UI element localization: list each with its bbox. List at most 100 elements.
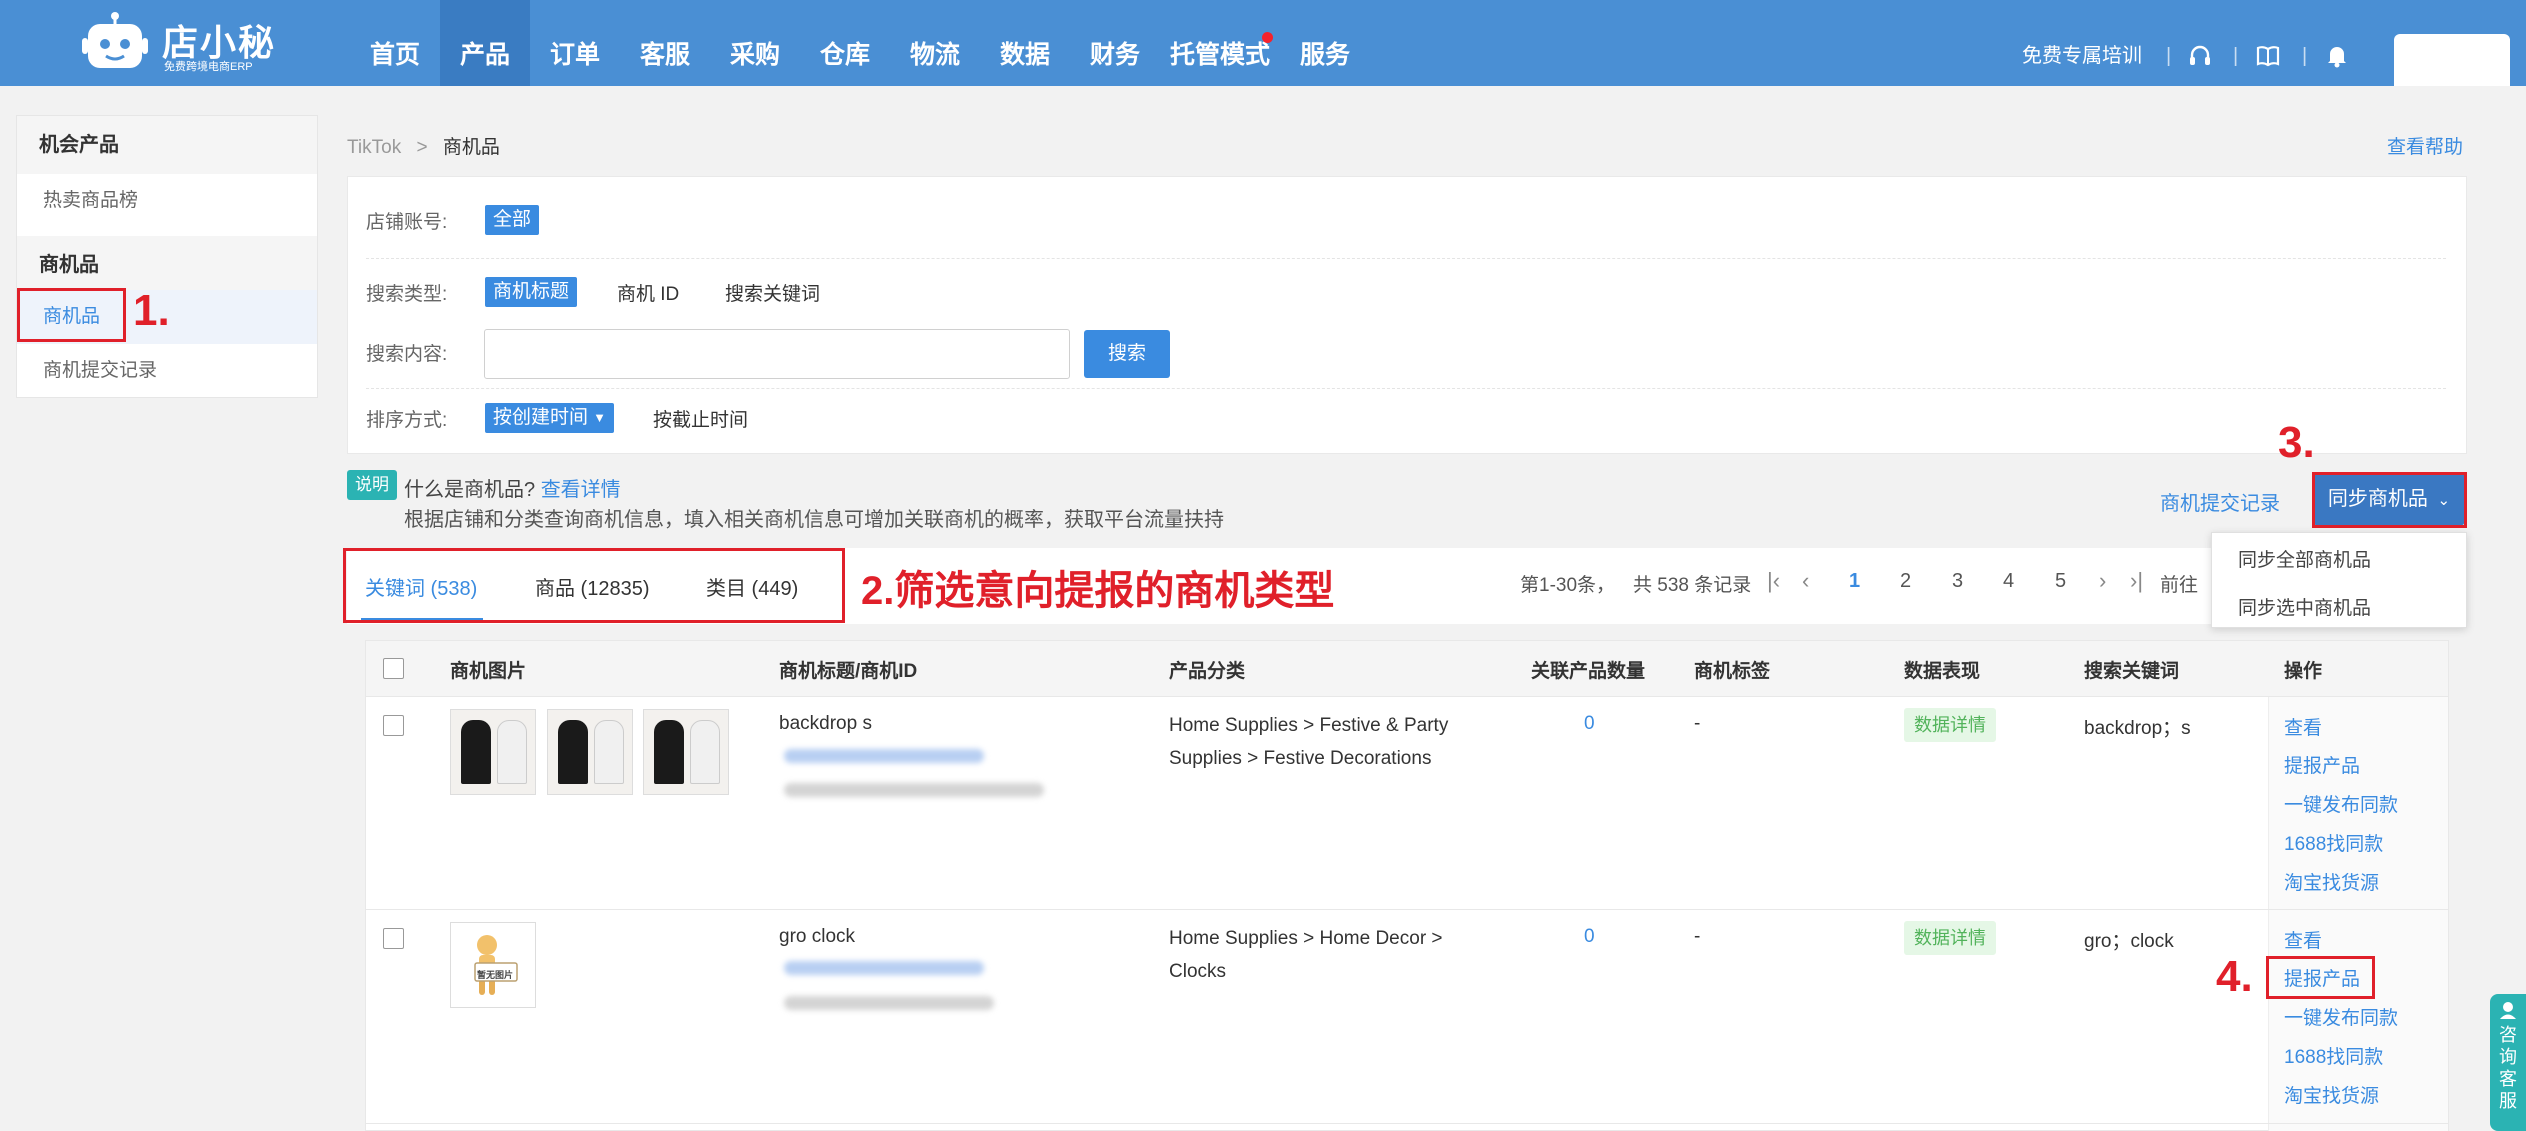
col-linked-count: 关联产品数量 — [1531, 661, 1646, 682]
nav-logistics[interactable]: 物流 — [890, 0, 980, 86]
nav-home[interactable]: 首页 — [350, 0, 440, 86]
col-tag: 商机标签 — [1694, 661, 1771, 682]
book-icon[interactable] — [2256, 45, 2280, 67]
col-image: 商机图片 — [450, 661, 527, 682]
col-category: 产品分类 — [1169, 661, 1246, 682]
nav-separator: | — [2166, 45, 2172, 67]
nav-data[interactable]: 数据 — [980, 0, 1070, 86]
search-button[interactable]: 搜索 — [1084, 330, 1170, 378]
chat-widget-label: 咨询客服 — [2499, 1025, 2517, 1111]
row-checkbox[interactable] — [383, 928, 404, 949]
op-one-click-publish[interactable]: 一键发布同款 — [2284, 790, 2398, 817]
bell-icon[interactable] — [2326, 44, 2348, 68]
op-find-1688[interactable]: 1688找同款 — [2284, 1042, 2383, 1069]
chat-person-icon — [2500, 1002, 2516, 1019]
help-link[interactable]: 查看帮助 — [2387, 132, 2463, 159]
sidebar-group-opportunity: 机会产品 — [17, 116, 317, 174]
goto-label: 前往 — [2160, 575, 2199, 596]
op-view[interactable]: 查看 — [2284, 926, 2322, 953]
logo[interactable]: 店小秘 免费跨境电商ERP — [80, 8, 274, 78]
row-divider — [366, 909, 2448, 910]
blurred-id — [784, 749, 984, 763]
headset-icon[interactable] — [2188, 44, 2212, 68]
sync-all-item[interactable]: 同步全部商机品 — [2238, 545, 2371, 572]
row-linked-count[interactable]: 0 — [1584, 926, 1595, 948]
select-all-checkbox[interactable] — [383, 658, 404, 679]
nav-separator: | — [2233, 45, 2239, 67]
data-details-button[interactable]: 数据详情 — [1904, 708, 1996, 742]
breadcrumb: TikTok > 商机品 — [347, 132, 500, 159]
op-find-taobao[interactable]: 淘宝找货源 — [2284, 1081, 2379, 1108]
search-input[interactable] — [484, 329, 1070, 379]
pagination-range: 第1-30条， — [1520, 575, 1616, 596]
note-description: 根据店铺和分类查询商机信息，填入相关商机信息可增加关联商机的概率，获取平台流量扶… — [404, 509, 1224, 531]
product-thumbnail[interactable] — [547, 709, 633, 795]
row-checkbox[interactable] — [383, 715, 404, 736]
op-view[interactable]: 查看 — [2284, 713, 2322, 740]
row-category: Home Supplies > Home Decor > Clocks — [1169, 928, 1443, 982]
annotation-label-4: 4. — [2216, 952, 2253, 1001]
row-title: gro clock — [779, 926, 856, 947]
op-find-1688[interactable]: 1688找同款 — [2284, 829, 2383, 856]
col-operations: 操作 — [2284, 661, 2323, 682]
op-one-click-publish[interactable]: 一键发布同款 — [2284, 1003, 2398, 1030]
sort-deadline[interactable]: 按截止时间 — [653, 405, 748, 432]
breadcrumb-separator: > — [416, 137, 428, 158]
page-3[interactable]: 3 — [1952, 570, 1963, 593]
search-type-keyword[interactable]: 搜索关键词 — [725, 279, 820, 306]
note-question-text: 什么是商机品? — [404, 479, 536, 501]
page-4[interactable]: 4 — [2003, 570, 2014, 593]
table-header: 商机图片 商机标题/商机ID 产品分类 关联产品数量 商机标签 数据表现 搜索关… — [366, 641, 2448, 697]
nav-services[interactable]: 服务 — [1280, 0, 1370, 86]
sidebar: 机会产品 热卖商品榜 商机品 商机品 商机提交记录 — [16, 115, 318, 398]
page-1[interactable]: 1 — [1849, 570, 1860, 593]
sidebar-item-submit-records[interactable]: 商机提交记录 — [17, 344, 317, 398]
product-thumbnail[interactable] — [450, 709, 536, 795]
nav-warehouse[interactable]: 仓库 — [800, 0, 890, 86]
notification-dot — [1262, 32, 1273, 43]
row-title: backdrop s — [779, 713, 872, 734]
prev-page-icon[interactable]: ‹ — [1802, 568, 1809, 594]
col-title: 商机标题/商机ID — [779, 661, 918, 682]
product-thumbnail[interactable] — [643, 709, 729, 795]
user-account-box[interactable] — [2394, 34, 2510, 86]
nav-hosting[interactable]: 托管模式 — [1160, 0, 1280, 86]
sidebar-item-hot-products[interactable]: 热卖商品榜 — [17, 174, 317, 228]
free-training-link[interactable]: 免费专属培训 — [2022, 0, 2142, 86]
nav-product[interactable]: 产品 — [440, 0, 530, 86]
search-type-label: 搜索类型: — [366, 284, 448, 305]
nav-orders[interactable]: 订单 — [530, 0, 620, 86]
page-2[interactable]: 2 — [1900, 570, 1911, 593]
op-find-taobao[interactable]: 淘宝找货源 — [2284, 868, 2379, 895]
row-divider — [366, 1123, 2448, 1124]
nav-purchase[interactable]: 采购 — [710, 0, 800, 86]
col-performance: 数据表现 — [1904, 661, 1981, 682]
sort-created-label: 按创建时间 — [493, 407, 589, 428]
search-type-title[interactable]: 商机标题 — [485, 277, 578, 307]
customer-service-widget[interactable]: 咨询客服 — [2490, 994, 2526, 1131]
nav-finance[interactable]: 财务 — [1070, 0, 1160, 86]
sync-selected-item[interactable]: 同步选中商机品 — [2238, 593, 2371, 620]
shop-label: 店铺账号: — [366, 212, 448, 233]
data-details-button[interactable]: 数据详情 — [1904, 921, 1996, 955]
sort-created-dropdown[interactable]: 按创建时间 ▼ — [485, 403, 615, 433]
divider — [366, 388, 2446, 389]
annotation-box-2 — [343, 548, 845, 623]
row-linked-count[interactable]: 0 — [1584, 713, 1595, 735]
next-page-icon[interactable]: › — [2099, 568, 2106, 594]
op-submit-product[interactable]: 提报产品 — [2284, 751, 2360, 778]
logo-subtitle: 免费跨境电商ERP — [164, 61, 253, 73]
note-badge: 说明 — [347, 470, 397, 500]
submit-record-link[interactable]: 商机提交记录 — [2160, 487, 2280, 516]
nav-service[interactable]: 客服 — [620, 0, 710, 86]
shop-all-tag[interactable]: 全部 — [485, 205, 540, 235]
page-5[interactable]: 5 — [2055, 570, 2066, 593]
first-page-icon[interactable]: |‹ — [1767, 568, 1780, 594]
breadcrumb-root[interactable]: TikTok — [347, 137, 401, 158]
view-details-link[interactable]: 查看详情 — [541, 479, 621, 501]
annotation-label-2: 2.筛选意向提报的商机类型 — [861, 569, 1335, 613]
annotation-box-3 — [2312, 472, 2467, 528]
row-keywords: gro；clock — [2084, 931, 2174, 952]
search-type-id[interactable]: 商机 ID — [617, 279, 679, 306]
last-page-icon[interactable]: ›| — [2130, 568, 2143, 594]
